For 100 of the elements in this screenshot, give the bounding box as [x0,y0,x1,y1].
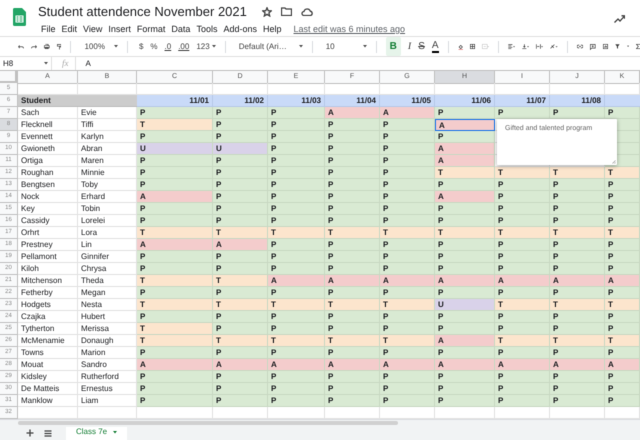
table-cell[interactable]: P [325,371,380,383]
table-cell[interactable]: P [435,347,495,359]
table-cell[interactable]: P [213,263,268,275]
table-cell[interactable]: U [435,299,495,311]
table-cell[interactable]: P [435,239,495,251]
table-cell[interactable]: P [380,239,435,251]
table-cell[interactable]: P [268,119,325,131]
formula-field[interactable]: A [74,57,640,70]
table-cell[interactable]: P [325,395,380,407]
table-cell[interactable]: P [268,155,325,167]
text-color-button[interactable]: A [432,40,439,52]
table-cell[interactable]: P [550,191,605,203]
table-cell[interactable]: P [268,395,325,407]
table-cell[interactable]: P [380,287,435,299]
table-cell[interactable]: T [268,227,325,239]
table-cell[interactable]: P [605,239,640,251]
table-cell[interactable]: T [495,227,550,239]
table-cell[interactable]: P [268,191,325,203]
table-cell[interactable]: P [213,107,268,119]
table-cell[interactable]: P [495,251,550,263]
text-rotation-icon[interactable] [550,42,558,51]
table-cell[interactable]: T [605,227,640,239]
table-cell[interactable]: P [550,107,605,119]
table-cell[interactable]: P [137,311,213,323]
table-cell[interactable]: A [213,359,268,371]
increase-decimals-button[interactable]: .00 [178,40,190,52]
table-cell[interactable]: P [268,287,325,299]
table-cell[interactable]: P [268,383,325,395]
table-cell[interactable]: T [495,335,550,347]
table-cell[interactable]: A [325,107,380,119]
table-cell[interactable]: T [380,227,435,239]
table-cell[interactable]: P [325,179,380,191]
table-cell[interactable]: P [380,371,435,383]
table-cell[interactable]: A [213,239,268,251]
table-cell[interactable]: P [550,287,605,299]
table-cell[interactable]: P [605,287,640,299]
menu-item[interactable]: Edit [58,22,80,36]
table-cell[interactable]: P [380,251,435,263]
table-cell[interactable]: P [435,287,495,299]
table-cell[interactable]: T [495,167,550,179]
table-cell[interactable]: P [268,167,325,179]
table-cell[interactable]: P [137,131,213,143]
last-edit-link[interactable]: Last edit was 6 minutes ago [294,22,406,36]
table-cell[interactable]: T [137,119,213,131]
table-cell[interactable]: P [137,215,213,227]
table-cell[interactable]: P [380,311,435,323]
table-cell[interactable]: U [137,143,213,155]
folder-icon[interactable] [280,7,292,16]
menu-item[interactable]: Help [260,22,284,36]
table-cell[interactable]: P [213,395,268,407]
table-cell[interactable]: P [325,155,380,167]
table-cell[interactable]: P [435,251,495,263]
table-cell[interactable]: P [213,383,268,395]
table-cell[interactable]: A [137,191,213,203]
table-cell[interactable]: P [435,203,495,215]
table-cell[interactable]: P [605,107,640,119]
table-cell[interactable]: P [550,395,605,407]
table-cell[interactable]: P [495,191,550,203]
caret-icon[interactable] [298,45,303,48]
table-cell[interactable]: P [495,215,550,227]
table-cell[interactable]: P [495,395,550,407]
font-dropdown[interactable]: Default (Ari… [238,40,287,52]
table-cell[interactable]: P [213,311,268,323]
table-cell[interactable]: P [380,167,435,179]
table-cell[interactable]: P [325,347,380,359]
table-cell[interactable]: A [268,275,325,287]
caret-icon[interactable] [114,45,118,48]
italic-button[interactable]: I [408,39,412,54]
table-cell[interactable]: T [550,299,605,311]
table-cell[interactable]: T [325,227,380,239]
table-cell[interactable]: T [213,275,268,287]
table-cell[interactable]: T [605,299,640,311]
zoom-dropdown[interactable]: 100% [84,40,105,52]
undo-icon[interactable] [18,42,24,50]
table-cell[interactable]: T [380,335,435,347]
table-cell[interactable]: P [550,311,605,323]
table-cell[interactable]: A [550,275,605,287]
table-cell[interactable]: P [213,371,268,383]
caret-icon[interactable] [44,62,48,65]
number-format-dropdown[interactable]: 123 [196,40,210,52]
table-cell[interactable]: A [325,275,380,287]
chart-icon[interactable] [602,42,608,51]
table-cell[interactable]: P [435,107,495,119]
table-cell[interactable]: P [268,131,325,143]
table-cell[interactable]: P [550,347,605,359]
spreadsheet-logo-icon[interactable] [13,8,26,26]
table-cell[interactable]: P [605,371,640,383]
table-cell[interactable]: T [605,335,640,347]
table-cell[interactable]: P [137,203,213,215]
table-cell[interactable]: P [137,287,213,299]
table-cell[interactable]: P [435,323,495,335]
table-cell[interactable]: P [268,179,325,191]
table-cell[interactable]: T [137,323,213,335]
table-cell[interactable]: P [325,143,380,155]
table-cell[interactable]: P [137,167,213,179]
table-cell[interactable]: P [268,323,325,335]
trend-chart-icon[interactable] [614,15,625,23]
table-cell[interactable]: P [268,263,325,275]
sheet-tab-label[interactable]: Class 7e [76,426,108,438]
table-cell[interactable]: T [137,227,213,239]
